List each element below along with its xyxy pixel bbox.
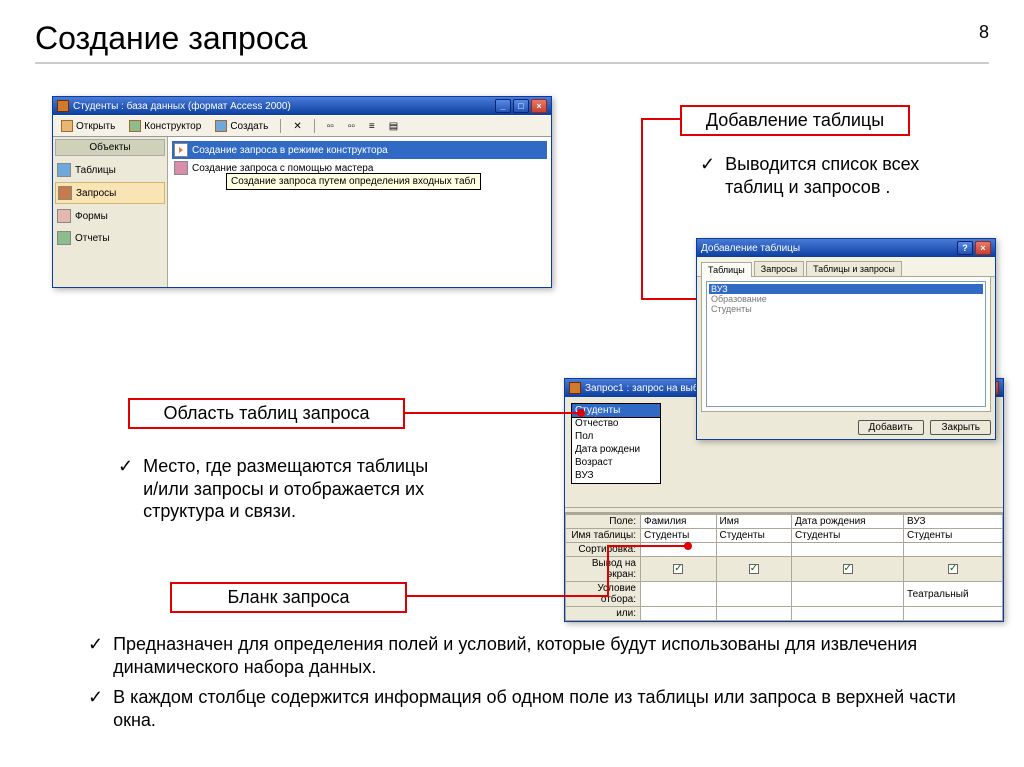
add-table-dialog: Добавление таблицы ? × Таблицы Запросы Т… [696,238,996,440]
grid-cell[interactable]: ВУЗ [904,515,1003,529]
grid-cell[interactable]: Фамилия [641,515,717,529]
grid-cell[interactable] [792,543,904,557]
show-checkbox[interactable] [641,557,717,582]
close-button-dialog[interactable]: Закрыть [930,420,991,435]
field-item[interactable]: Дата рождени [572,444,660,457]
grid-cell[interactable] [904,543,1003,557]
divider [35,62,989,64]
grid-cell[interactable]: Студенты [904,529,1003,543]
grid-cell[interactable] [716,543,792,557]
sidebar-item-forms[interactable]: Формы [55,206,165,226]
grid-cell[interactable] [716,607,792,621]
close-button[interactable]: × [531,99,547,113]
list-item: Студенты [709,304,983,314]
sidebar-item-queries[interactable]: Запросы [55,182,165,204]
view-icon-3[interactable]: ≡ [365,118,379,134]
row-header-field: Поле: [566,515,641,529]
design-button[interactable]: Конструктор [125,118,205,134]
help-button[interactable]: ? [957,241,973,255]
minimize-button[interactable]: _ [495,99,511,113]
grid-cell[interactable]: Дата рождения [792,515,904,529]
delete-icon[interactable]: ✕ [289,118,305,134]
query-grid: Поле: Фамилия Имя Дата рождения ВУЗ Имя … [565,513,1003,621]
field-item[interactable]: Пол [572,431,660,444]
callout-tables-area: Область таблиц запроса [128,398,405,429]
sidebar-item-reports[interactable]: Отчеты [55,228,165,248]
db-window-titlebar: Студенты : база данных (формат Access 20… [53,97,551,115]
callout-add-table: Добавление таблицы [680,105,910,136]
grid-cell[interactable] [716,582,792,607]
app-icon [57,100,69,112]
grid-cell[interactable] [904,607,1003,621]
tab-tables[interactable]: Таблицы [701,262,752,277]
add-table-titlebar: Добавление таблицы ? × [697,239,995,257]
show-checkbox[interactable] [904,557,1003,582]
create-button[interactable]: Создать [211,118,272,134]
tab-both[interactable]: Таблицы и запросы [806,261,902,276]
list-item: ВУЗ [709,284,983,294]
row-header-or: или: [566,607,641,621]
db-toolbar: Открыть Конструктор Создать ✕ ▫▫ ▫▫ ≡ ▤ [53,115,551,137]
table-box-header: Студенты [572,404,660,418]
list-item: Образование [709,294,983,304]
dialog-close-button[interactable]: × [975,241,991,255]
grid-cell[interactable]: Студенты [716,529,792,543]
query-grid-description: Предназначен для определения полей и усл… [88,628,968,739]
field-item[interactable]: Возраст [572,457,660,470]
tab-queries[interactable]: Запросы [754,261,804,276]
grid-cell[interactable]: Театральный [904,582,1003,607]
grid-cell[interactable]: Студенты [792,529,904,543]
grid-cell[interactable] [641,582,717,607]
grid-cell[interactable]: Студенты [641,529,717,543]
add-table-description: Выводится список всех таблиц и запросов … [700,148,980,206]
field-item[interactable]: Отчество [572,418,660,431]
dialog-tabs: Таблицы Запросы Таблицы и запросы [697,257,995,277]
query-icon [569,382,581,394]
db-main-panel: Создание запроса в режиме конструктора С… [168,137,551,287]
view-icon-4[interactable]: ▤ [385,118,402,134]
tooltip: Создание запроса путем определения входн… [226,173,481,190]
grid-cell[interactable] [792,582,904,607]
grid-cell[interactable] [792,607,904,621]
add-button[interactable]: Добавить [858,420,924,435]
row-header-show: Вывод на экран: [566,557,641,582]
db-window-title: Студенты : база данных (формат Access 20… [73,101,291,112]
objects-panel: Объекты Таблицы Запросы Формы Отчеты [53,137,168,287]
show-checkbox[interactable] [792,557,904,582]
row-header-table: Имя таблицы: [566,529,641,543]
db-window: Студенты : база данных (формат Access 20… [52,96,552,288]
open-button[interactable]: Открыть [57,118,119,134]
table-box[interactable]: Студенты Отчество Пол Дата рождени Возра… [571,403,661,484]
callout-query-grid: Бланк запроса [170,582,407,613]
table-listbox[interactable]: ВУЗ Образование Студенты [706,281,986,407]
row-header-criteria: Условие отбора: [566,582,641,607]
view-icon-2[interactable]: ▫▫ [344,118,359,134]
sidebar-item-tables[interactable]: Таблицы [55,160,165,180]
field-item[interactable]: ВУЗ [572,470,660,483]
slide-title: Создание запроса [35,20,989,57]
objects-header: Объекты [55,139,165,156]
view-icon-1[interactable]: ▫▫ [323,118,338,134]
show-checkbox[interactable] [716,557,792,582]
maximize-button[interactable]: □ [513,99,529,113]
tables-area-description: Место, где размещаются таблицы и/или зап… [118,450,448,531]
grid-cell[interactable]: Имя [716,515,792,529]
create-designer-item[interactable]: Создание запроса в режиме конструктора [172,141,547,159]
grid-cell[interactable] [641,607,717,621]
page-number: 8 [979,22,989,43]
